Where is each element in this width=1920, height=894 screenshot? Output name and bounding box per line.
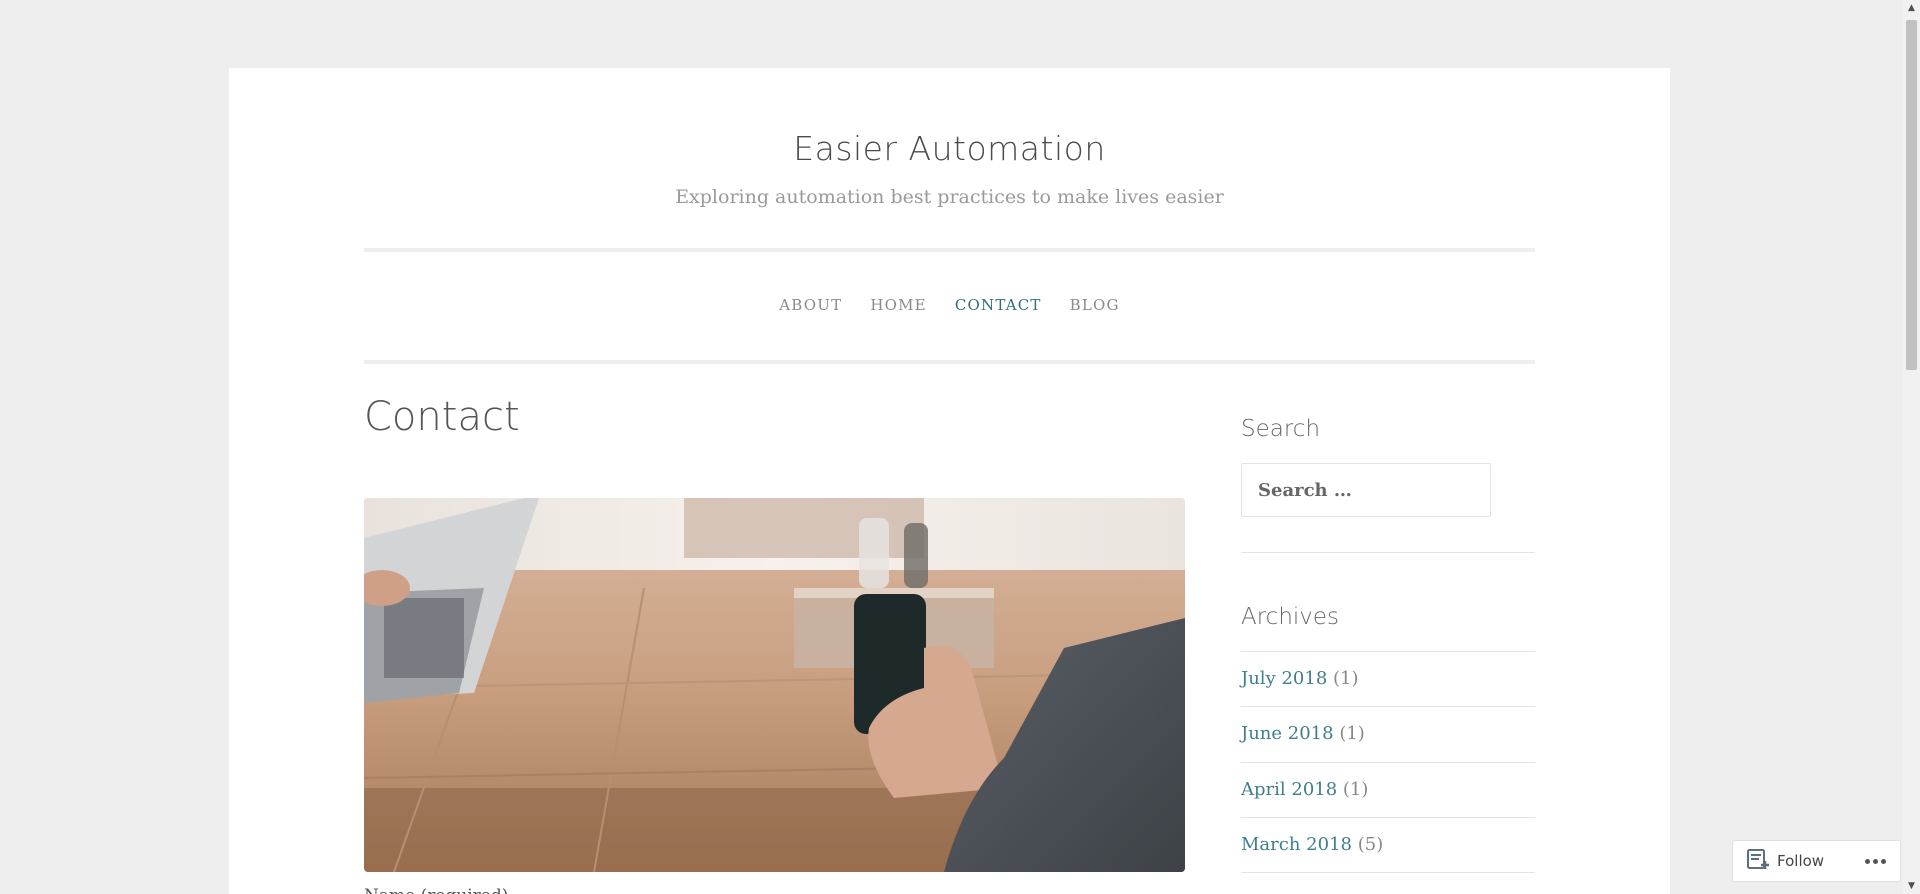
- site-title[interactable]: Easier Automation: [364, 129, 1535, 168]
- scroll-down-icon[interactable]: ▼: [1903, 878, 1920, 894]
- contact-form-label: Name (required): [364, 886, 508, 894]
- archive-divider: [1241, 817, 1535, 818]
- follow-button[interactable]: Follow: [1733, 848, 1824, 874]
- follow-label: Follow: [1777, 852, 1825, 870]
- archive-link-march-2018[interactable]: March 2018: [1241, 834, 1352, 855]
- scroll-up-icon[interactable]: ▲: [1903, 0, 1920, 16]
- site-tagline: Exploring automation best practices to m…: [675, 186, 1224, 208]
- nav-item-home[interactable]: HOME: [870, 296, 927, 314]
- archive-divider: [1241, 872, 1535, 873]
- archive-item: June 2018 (1): [1241, 723, 1365, 744]
- main-nav: ABOUT HOME CONTACT BLOG: [364, 296, 1535, 314]
- archive-link-july-2018[interactable]: July 2018: [1241, 668, 1327, 689]
- archive-item: March 2018 (5): [1241, 834, 1383, 855]
- archive-item: April 2018 (1): [1241, 779, 1368, 800]
- archive-divider: [1241, 706, 1535, 707]
- archive-count: (1): [1342, 779, 1369, 800]
- more-options-button[interactable]: [1865, 858, 1886, 864]
- search-field-wrapper: [1241, 463, 1491, 517]
- page-container: Easier Automation Exploring automation b…: [229, 68, 1670, 894]
- more-dot-icon: [1873, 858, 1878, 864]
- featured-image: [364, 498, 1185, 872]
- archives-widget-title: Archives: [1241, 604, 1340, 630]
- header-divider: [364, 248, 1535, 252]
- archive-divider: [1241, 762, 1535, 763]
- archive-link-june-2018[interactable]: June 2018: [1241, 723, 1334, 744]
- archive-count: (1): [1333, 668, 1359, 689]
- follow-bar: Follow: [1732, 840, 1901, 882]
- archive-item: July 2018 (1): [1241, 668, 1359, 689]
- search-widget-title: Search: [1241, 416, 1321, 442]
- nav-divider: [364, 360, 1535, 364]
- archive-count: (5): [1357, 834, 1384, 855]
- nav-item-contact[interactable]: CONTACT: [955, 296, 1042, 314]
- more-dot-icon: [1865, 858, 1870, 864]
- scroll-thumb[interactable]: [1906, 20, 1917, 370]
- nav-item-blog[interactable]: BLOG: [1070, 296, 1120, 314]
- archives-divider: [1241, 651, 1535, 652]
- search-divider: [1241, 552, 1535, 553]
- page-scrollbar[interactable]: ▲ ▼: [1903, 0, 1920, 894]
- page-title: Contact: [364, 394, 520, 440]
- archive-count: (1): [1339, 723, 1365, 744]
- archive-link-april-2018[interactable]: April 2018: [1241, 779, 1337, 800]
- nav-item-about[interactable]: ABOUT: [779, 296, 842, 314]
- follow-icon: [1747, 848, 1771, 874]
- search-input[interactable]: [1242, 464, 1490, 516]
- more-dot-icon: [1881, 858, 1886, 864]
